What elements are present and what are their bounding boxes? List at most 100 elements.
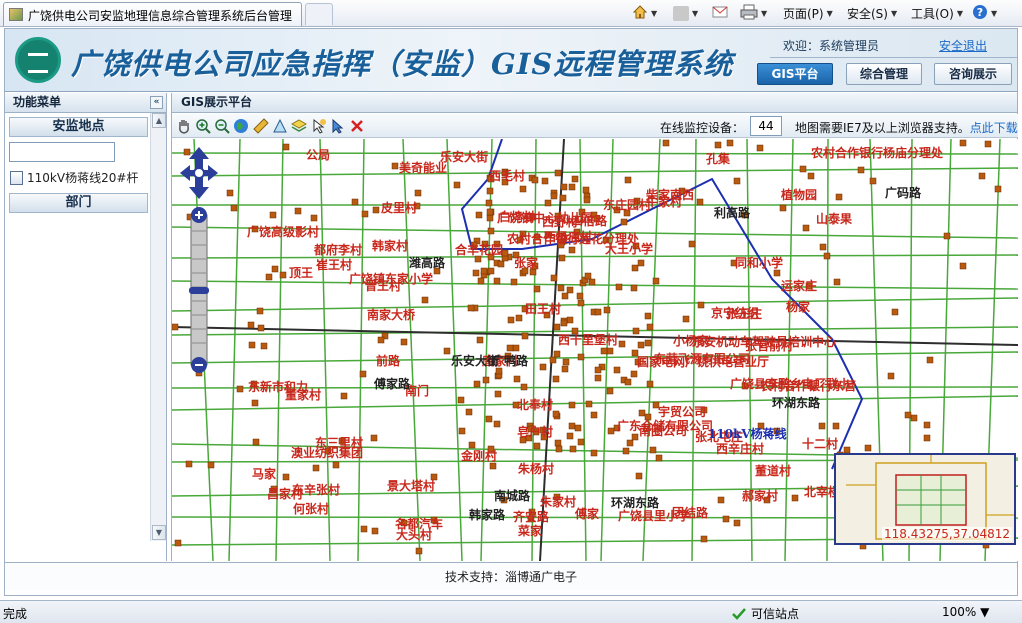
poi-marker[interactable] [561, 365, 569, 373]
poi-marker[interactable] [568, 401, 576, 409]
poi-marker[interactable] [561, 292, 569, 300]
poi-marker[interactable] [453, 181, 461, 189]
poi-marker[interactable] [443, 347, 451, 355]
poi-marker[interactable] [544, 199, 552, 207]
poi-marker[interactable] [607, 427, 615, 435]
poi-marker[interactable] [550, 274, 558, 282]
poi-marker[interactable] [722, 515, 730, 523]
poi-marker[interactable] [360, 525, 368, 533]
poi-marker[interactable] [568, 183, 576, 191]
poi-marker[interactable] [594, 366, 602, 374]
help-button[interactable]: ? ▼ [972, 3, 997, 23]
poi-marker[interactable] [230, 204, 238, 212]
poi-marker[interactable] [247, 321, 255, 329]
poi-marker[interactable] [248, 341, 256, 349]
poi-marker[interactable] [644, 312, 652, 320]
poi-marker[interactable] [279, 271, 287, 279]
poi-marker[interactable] [635, 472, 643, 480]
poi-marker[interactable] [458, 427, 466, 435]
poi-marker[interactable] [531, 176, 539, 184]
select-arrow-icon[interactable] [330, 118, 346, 134]
poi-marker[interactable] [486, 208, 494, 216]
poi-marker[interactable] [606, 387, 614, 395]
ruler-icon[interactable] [253, 118, 269, 134]
poi-marker[interactable] [620, 218, 628, 226]
poi-marker[interactable] [697, 301, 705, 309]
poi-marker[interactable] [613, 366, 621, 374]
poi-marker[interactable] [632, 327, 640, 335]
poi-marker[interactable] [559, 194, 567, 202]
poi-marker[interactable] [622, 447, 630, 455]
poi-marker[interactable] [482, 376, 490, 384]
poi-marker[interactable] [569, 445, 577, 453]
poi-marker[interactable] [566, 432, 574, 440]
poi-marker[interactable] [486, 214, 494, 222]
poi-marker[interactable] [521, 332, 529, 340]
poi-marker[interactable] [359, 370, 367, 378]
poi-marker[interactable] [533, 442, 541, 450]
identify-icon[interactable] [311, 118, 327, 134]
gis-map[interactable]: 崔王村 广东仓储有限公司 张北屯庄 牛家村 张官前村 京宁纺织 四倍路 同和小学 东营飞源有限公… [172, 139, 1018, 561]
scroll-down-arrow-icon[interactable]: ▼ [152, 525, 166, 540]
poi-marker[interactable] [271, 265, 279, 273]
poi-marker[interactable] [637, 341, 645, 349]
poi-marker[interactable] [923, 421, 931, 429]
measure-area-icon[interactable] [272, 118, 288, 134]
poi-marker[interactable] [726, 139, 734, 147]
poi-marker[interactable] [624, 176, 632, 184]
poi-marker[interactable] [510, 278, 518, 286]
poi-marker[interactable] [512, 344, 520, 352]
poi-marker[interactable] [819, 243, 827, 251]
poi-marker[interactable] [584, 272, 592, 280]
poi-marker[interactable] [869, 177, 877, 185]
poi-marker[interactable] [566, 316, 574, 324]
location-item[interactable]: 110kV杨蒋线20#杆 [10, 169, 138, 186]
poi-marker[interactable] [733, 519, 741, 527]
poi-marker[interactable] [185, 460, 193, 468]
poi-marker[interactable] [251, 399, 259, 407]
poi-marker[interactable] [513, 375, 521, 383]
poi-marker[interactable] [833, 278, 841, 286]
tools-menu[interactable]: 工具(O) ▼ [911, 3, 963, 23]
poi-marker[interactable] [207, 461, 215, 469]
poi-marker[interactable] [577, 438, 585, 446]
layers-icon[interactable] [291, 118, 307, 134]
poi-marker[interactable] [943, 232, 951, 240]
poi-marker[interactable] [549, 356, 557, 364]
poi-marker[interactable] [959, 139, 967, 147]
poi-marker[interactable] [555, 445, 563, 453]
poi-marker[interactable] [978, 172, 986, 180]
poi-marker[interactable] [562, 358, 570, 366]
poi-marker[interactable] [624, 378, 632, 386]
poi-marker[interactable] [391, 162, 399, 170]
poi-marker[interactable] [332, 461, 340, 469]
poi-marker[interactable] [649, 446, 657, 454]
poi-marker[interactable] [485, 199, 493, 207]
poi-marker[interactable] [910, 414, 918, 422]
poi-marker[interactable] [600, 347, 608, 355]
zoom-out-icon[interactable] [214, 118, 230, 134]
poi-marker[interactable] [554, 439, 562, 447]
poi-marker[interactable] [282, 143, 290, 151]
poi-marker[interactable] [571, 175, 579, 183]
trusted-sites-zone[interactable]: 可信站点 [732, 605, 799, 622]
poi-marker[interactable] [618, 340, 626, 348]
poi-marker[interactable] [818, 422, 826, 430]
poi-marker[interactable] [421, 296, 429, 304]
poi-marker[interactable] [465, 408, 473, 416]
poi-marker[interactable] [493, 277, 501, 285]
browser-tab[interactable]: 广饶供电公司安监地理信息综合管理系统后台管理 [3, 2, 302, 26]
nav-integrated-management[interactable]: 综合管理 [846, 63, 922, 85]
poi-marker[interactable] [475, 211, 483, 219]
poi-marker[interactable] [590, 449, 598, 457]
poi-marker[interactable] [560, 319, 568, 327]
poi-marker[interactable] [696, 198, 704, 206]
poi-marker[interactable] [576, 292, 584, 300]
poi-marker[interactable] [606, 347, 614, 355]
poi-marker[interactable] [566, 286, 574, 294]
poi-marker[interactable] [631, 264, 639, 272]
poi-marker[interactable] [226, 189, 234, 197]
poi-marker[interactable] [372, 206, 380, 214]
overview-map[interactable]: 118.43275,37.04812 [834, 453, 1016, 545]
nav-gis-platform[interactable]: GIS平台 [757, 63, 833, 85]
